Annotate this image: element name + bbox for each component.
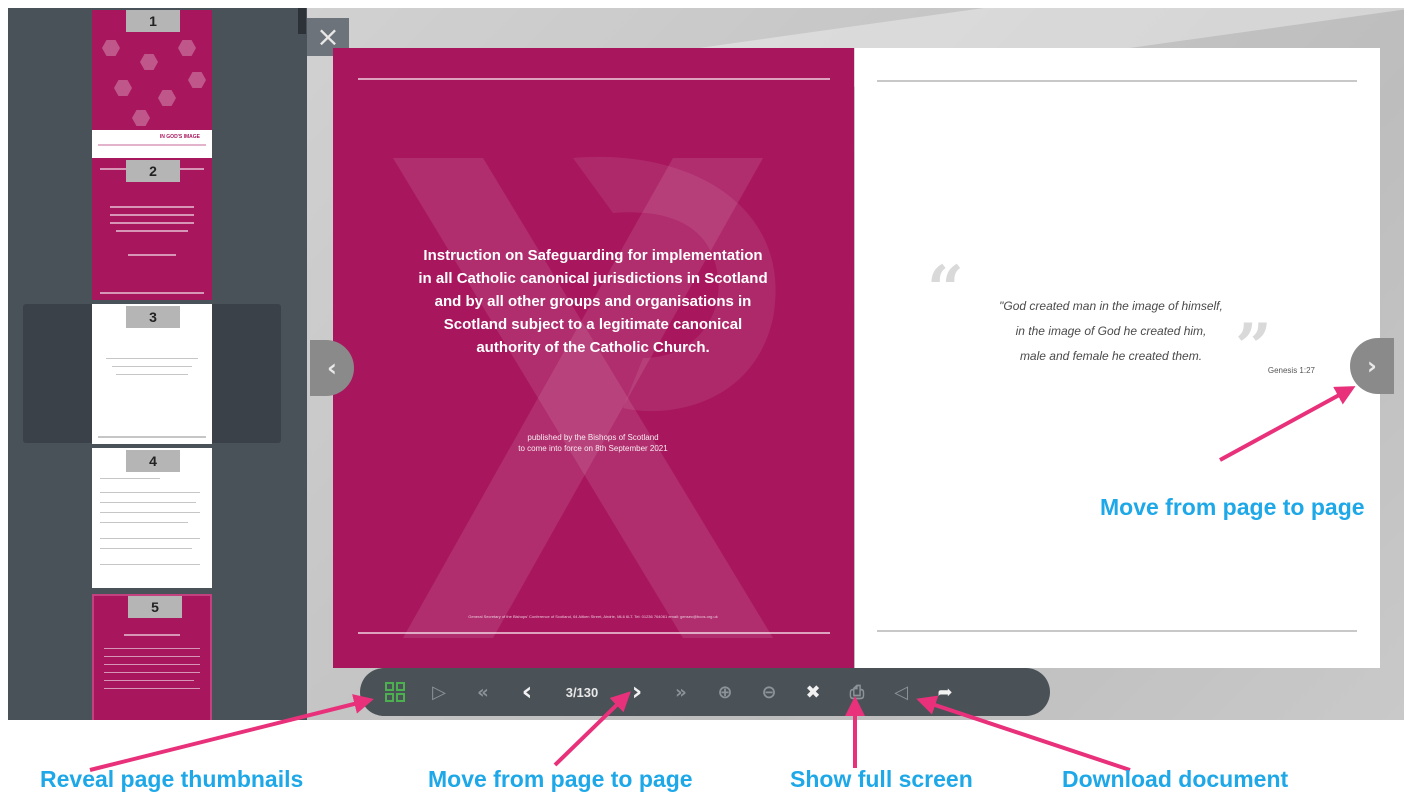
next-page-button[interactable]: › [618,675,656,709]
page-bottom-rule [358,632,830,634]
viewer-toolbar: ▷ « ‹ 3/130 › » ⊕ ⊖ ✖ ⎙ ◁ ➦ [360,668,1050,716]
autoplay-button[interactable]: ▷ [420,675,458,709]
thumbnail-text-line [100,538,200,539]
previous-page-button[interactable]: ‹ [508,675,546,709]
thumbnail-text-line [104,672,200,673]
thumbnail-text-line [112,366,192,367]
page-footer-text: General Secretary of the Bishops' Confer… [468,614,718,619]
zoom-in-button[interactable]: ⊕ [706,675,744,709]
thumbnail-text-line [104,664,200,665]
thumbnail-number: 5 [128,596,182,618]
hexagon-decoration [158,90,176,106]
annotation-full-screen: Show full screen [790,766,973,792]
thumbnail-text-line [100,522,188,523]
page-counter[interactable]: 3/130 [552,685,612,700]
first-page-button[interactable]: « [464,675,502,709]
thumbnail-page-1[interactable]: 1 IN GOD'S IMAGE [92,10,212,160]
thumbnail-text-line [100,548,192,549]
page-top-rule [358,78,830,80]
thumbnail-number: 3 [126,306,180,328]
publication-note: published by the Bishops of Scotland to … [518,433,668,453]
book-page-right: “ "God created man in the image of himse… [855,48,1380,668]
thumbnail-text-line [100,492,200,493]
download-button[interactable]: ⎙ [838,675,876,709]
thumbnail-text-line [116,374,188,375]
thumbnail-page-3[interactable]: 3 [92,304,212,444]
annotation-reveal-thumbnails: Reveal page thumbnails [40,766,304,792]
thumbnail-rule [100,292,204,294]
sound-button[interactable]: ◁ [882,675,920,709]
annotation-move-page-arrow: Move from page to page [1100,494,1365,520]
chi-rho-watermark [393,156,776,638]
annotation-download: Download document [1062,766,1289,792]
hexagon-decoration [140,54,158,70]
thumbnail-text-line [100,512,200,513]
thumbnail-sidebar[interactable]: 1 IN GOD'S IMAGE 2 3 4 5 [8,8,307,720]
annotation-move-page-toolbar: Move from page to page [428,766,693,792]
thumbnail-text-line [100,478,160,479]
thumbnail-number: 2 [126,160,180,182]
thumbnail-text-line [124,634,180,636]
thumbnail-number: 4 [126,450,180,472]
hexagon-decoration [188,72,206,88]
thumbnail-text-line [104,680,194,681]
thumbnail-text-line [116,230,188,232]
thumbnail-text-line [110,206,194,208]
zoom-out-button[interactable]: ⊖ [750,675,788,709]
book-page-left: Instruction on Safeguarding for implemen… [333,48,854,668]
thumbnail-text-line [104,648,200,649]
thumbnail-page-2[interactable]: 2 [92,158,212,300]
hexagon-decoration [114,80,132,96]
thumbnail-rule [98,144,206,146]
scripture-reference: Genesis 1:27 [1267,366,1315,375]
hexagon-decoration [132,110,150,126]
thumbnail-number: 1 [126,10,180,32]
page-bottom-rule [877,630,1357,632]
thumbnail-text-line [100,564,200,565]
sidebar-scrollbar[interactable] [298,8,306,34]
hexagon-decoration [102,40,120,56]
share-button[interactable]: ➦ [926,675,964,709]
thumbnail-page-4[interactable]: 4 [92,448,212,588]
thumbnail-text-line [104,656,200,657]
last-page-button[interactable]: » [662,675,700,709]
thumbnails-button[interactable] [376,675,414,709]
thumbnail-caption-band: IN GOD'S IMAGE [92,130,212,160]
thumbnail-page-5[interactable]: 5 [92,594,212,720]
thumbnail-rule [98,436,206,438]
page-top-rule [877,80,1357,82]
thumbnail-text-line [104,688,200,689]
fullscreen-button[interactable]: ✖ [794,675,832,709]
thumbnail-caption: IN GOD'S IMAGE [159,134,200,140]
hexagon-decoration [178,40,196,56]
grid-icon [385,682,405,702]
thumbnail-text-line [100,502,196,503]
thumbnail-text-line [110,214,194,216]
scripture-quote: "God created man in the image of himself… [999,299,1223,363]
thumbnail-text-line [110,222,194,224]
instruction-title: Instruction on Safeguarding for implemen… [418,247,768,356]
thumbnail-text-line [128,254,176,256]
thumbnail-text-line [106,358,198,359]
